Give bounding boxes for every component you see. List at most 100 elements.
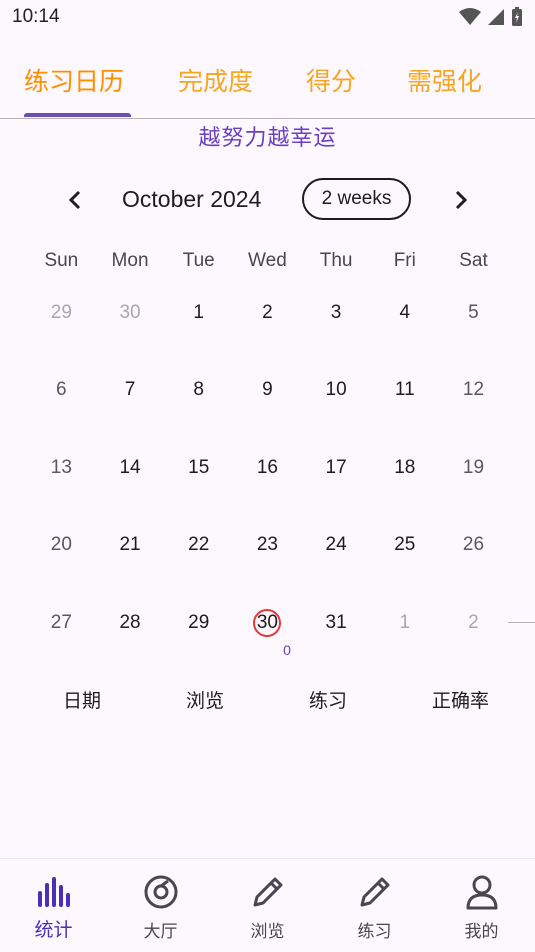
day-number: 10 — [325, 379, 347, 401]
day-event-marker: 0 — [283, 641, 291, 658]
day-number: 23 — [256, 534, 278, 556]
calendar-grid: 29 30 1 2 3 4 5 6 7 8 9 10 11 12 13 14 15 16 17 18 19 20 21 22 2… — [27, 290, 508, 677]
day-number: 11 — [394, 379, 415, 401]
day-number: 29 — [188, 611, 210, 633]
tab-needs-improvement[interactable]: 需强化 — [407, 52, 482, 118]
calendar-header: October 2024 2 weeks — [0, 175, 535, 225]
calendar-day[interactable]: 22 — [164, 522, 233, 599]
calendar-day-today[interactable]: 30 0 — [233, 600, 302, 677]
nav-item-practice[interactable]: 练习 — [321, 859, 428, 952]
calendar-day[interactable]: 14 — [96, 445, 165, 522]
nav-label: 练习 — [357, 922, 392, 942]
calendar-day[interactable]: 31 — [302, 600, 371, 677]
day-number: 2 — [468, 611, 479, 633]
calendar-day[interactable]: 6 — [27, 367, 96, 444]
next-month-button[interactable] — [446, 185, 476, 215]
weekday-label: Tue — [182, 250, 215, 271]
nav-item-stats[interactable]: 统计 — [0, 859, 107, 952]
tab-practice-calendar[interactable]: 练习日历 — [24, 52, 124, 118]
calendar-day[interactable]: 30 — [96, 290, 165, 367]
nav-item-lobby[interactable]: 大厅 — [107, 859, 214, 952]
nav-item-browse[interactable]: 浏览 — [214, 859, 321, 952]
day-number: 28 — [119, 611, 141, 633]
calendar-day[interactable]: 25 — [370, 522, 439, 599]
calendar-day[interactable]: 4 — [370, 290, 439, 367]
calendar-day[interactable]: 19 — [439, 445, 508, 522]
calendar-day[interactable]: 3 — [302, 290, 371, 367]
day-number: 2 — [262, 302, 273, 323]
calendar-day[interactable]: 2 — [233, 290, 302, 367]
calendar-day[interactable]: 9 — [233, 367, 302, 444]
month-title[interactable]: October 2024 — [122, 186, 261, 213]
calendar-day[interactable]: 18 — [370, 445, 439, 522]
calendar-day[interactable]: 16 — [233, 445, 302, 522]
day-number: 13 — [50, 456, 72, 478]
day-number: 17 — [325, 456, 347, 478]
day-number: 27 — [50, 611, 72, 633]
calendar-format-button[interactable]: 2 weeks — [302, 178, 411, 220]
day-number: 22 — [188, 534, 210, 556]
day-number: 21 — [119, 534, 141, 556]
column-header-accuracy: 正确率 — [432, 690, 490, 712]
nav-item-profile[interactable]: 我的 — [428, 859, 535, 952]
calendar-day[interactable]: 12 — [439, 367, 508, 444]
column-header-date: 日期 — [63, 690, 102, 712]
day-number: 8 — [193, 379, 204, 401]
calendar-week-row: 13 14 15 16 17 18 19 — [27, 445, 508, 522]
calendar-day[interactable]: 8 — [164, 367, 233, 444]
calendar-week-row: 27 28 29 30 0 31 1 2 — [27, 600, 508, 677]
tab-completion[interactable]: 完成度 — [178, 52, 253, 118]
prev-month-button[interactable] — [60, 185, 90, 215]
status-bar: 10:14 — [0, 0, 535, 38]
day-number: 16 — [256, 456, 278, 478]
calendar-day[interactable]: 29 — [27, 290, 96, 367]
calendar-day[interactable]: 1 — [164, 290, 233, 367]
bar-chart-icon — [37, 877, 70, 907]
weekday-label: Sat — [459, 250, 488, 271]
nav-label: 浏览 — [250, 922, 285, 942]
day-number: 29 — [50, 302, 72, 323]
calendar-week-row: 6 7 8 9 10 11 12 — [27, 367, 508, 444]
calendar-day[interactable]: 20 — [27, 522, 96, 599]
calendar-day[interactable]: 11 — [370, 367, 439, 444]
calendar-day[interactable]: 10 — [302, 367, 371, 444]
calendar-day[interactable]: 23 — [233, 522, 302, 599]
weekday-label: Thu — [319, 250, 353, 271]
day-number: 31 — [325, 611, 347, 633]
calendar-day[interactable]: 27 — [27, 600, 96, 677]
weekday-label: Fri — [393, 250, 416, 271]
calendar-day[interactable]: 15 — [164, 445, 233, 522]
day-number: 9 — [262, 379, 273, 401]
weekday-label: Mon — [111, 250, 149, 271]
calendar-day[interactable]: 29 — [164, 600, 233, 677]
bottom-nav: 统计 大厅 浏览 练习 我的 — [0, 858, 535, 952]
day-number: 4 — [399, 302, 411, 323]
calendar-day[interactable]: 1 — [370, 600, 439, 677]
day-number: 20 — [50, 534, 72, 556]
tab-score[interactable]: 得分 — [306, 52, 356, 118]
weekday-label: Sun — [44, 250, 79, 271]
calendar-day[interactable]: 17 — [302, 445, 371, 522]
column-header-browse: 浏览 — [186, 690, 225, 712]
status-time: 10:14 — [12, 6, 60, 27]
day-number: 14 — [119, 456, 141, 478]
nav-label: 大厅 — [143, 922, 178, 942]
tab-bar: 练习日历 完成度 得分 需强化 — [0, 52, 535, 119]
edge-divider — [508, 622, 535, 623]
calendar-day[interactable]: 24 — [302, 522, 371, 599]
calendar-day[interactable]: 2 — [439, 600, 508, 677]
nav-label: 统计 — [34, 919, 73, 941]
day-number: 7 — [124, 379, 136, 401]
signal-icon — [488, 9, 504, 25]
calendar-day[interactable]: 21 — [96, 522, 165, 599]
calendar-day[interactable]: 13 — [27, 445, 96, 522]
calendar-day[interactable]: 26 — [439, 522, 508, 599]
calendar-day[interactable]: 5 — [439, 290, 508, 367]
weekday-label: Wed — [248, 250, 287, 271]
day-number: 30 — [119, 302, 141, 323]
calendar-day[interactable]: 28 — [96, 600, 165, 677]
chevron-right-icon — [455, 190, 468, 210]
day-number: 6 — [56, 379, 67, 401]
calendar-day[interactable]: 7 — [96, 367, 165, 444]
day-number: 30 — [253, 608, 282, 637]
